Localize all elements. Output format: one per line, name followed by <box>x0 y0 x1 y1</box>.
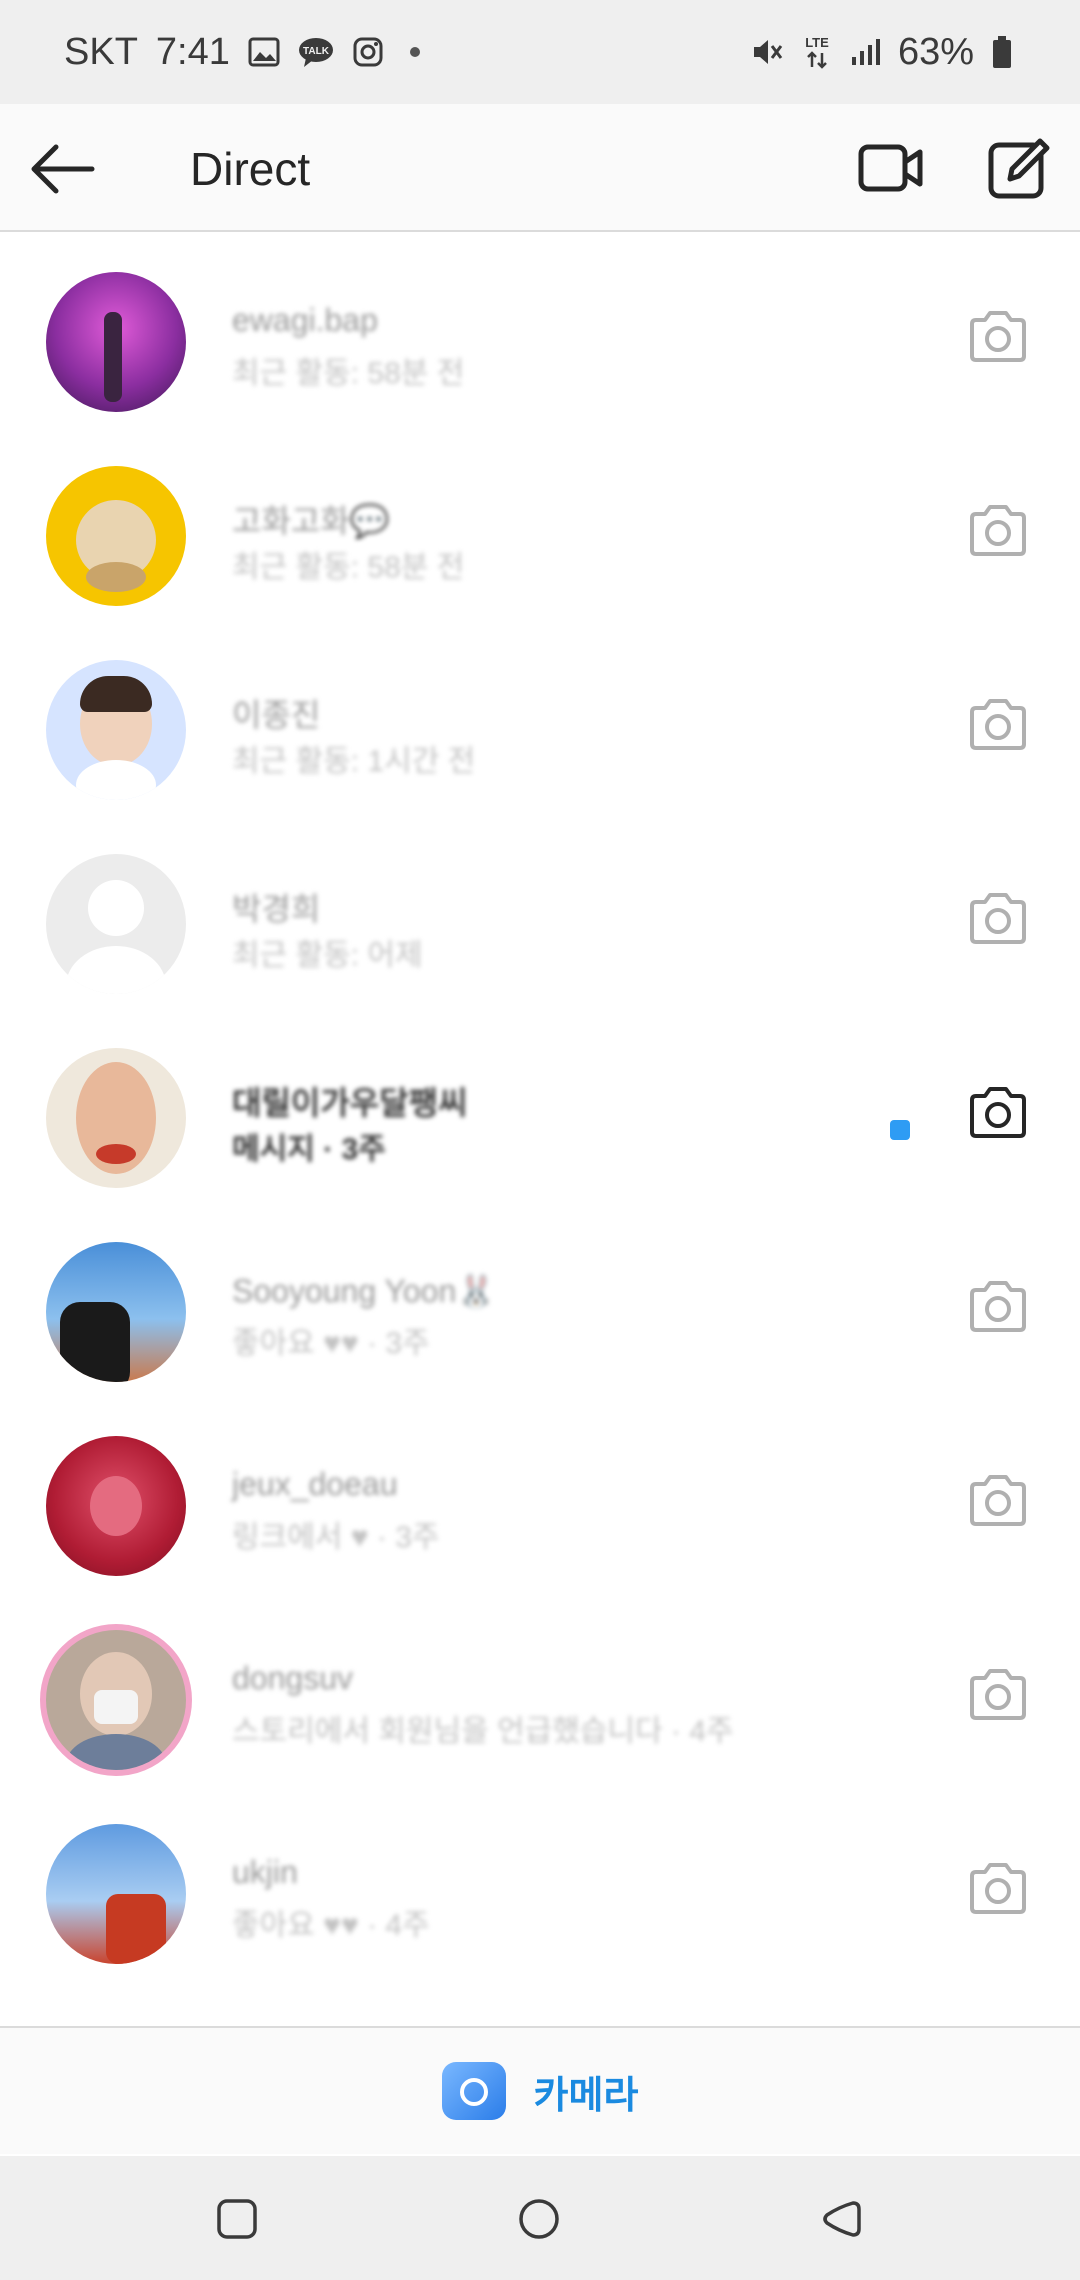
compose-icon <box>988 138 1050 199</box>
camera-icon <box>970 1863 1026 1914</box>
page-title: Direct <box>190 143 311 195</box>
gallery-icon <box>248 37 280 67</box>
avatar[interactable] <box>46 466 186 606</box>
thread-name: 박경희 <box>232 891 321 927</box>
status-right: LTE 63% <box>750 31 1012 74</box>
battery-text: 63% <box>897 30 974 73</box>
thread-subtitle: 좋아요 ♥♥ · 4주 <box>232 1909 430 1942</box>
thread-row[interactable]: 박경희 최근 활동: 어제 <box>0 816 1080 1010</box>
avatar[interactable] <box>46 272 186 412</box>
avatar[interactable] <box>46 1048 186 1188</box>
status-bar: SKT 7:41 TALK LTE 63% <box>0 0 1080 104</box>
avatar[interactable] <box>46 854 186 994</box>
camera-icon <box>970 311 1026 362</box>
camera-label: 카메라 <box>533 2074 639 2117</box>
thread-row[interactable]: 대릴이가우달팽씨 메시지 · 3주 <box>0 1010 1080 1204</box>
battery-icon <box>992 35 1012 69</box>
thread-subtitle: 링크에서 ♥ · 3주 <box>232 1521 440 1554</box>
home-button[interactable] <box>516 2196 562 2242</box>
thread-subtitle: 최근 활동: 1시간 전 <box>232 745 476 778</box>
thread-row[interactable]: ewagi.bap 최근 활동: 58분 전 <box>0 234 1080 428</box>
camera-icon <box>970 1281 1026 1332</box>
camera-button[interactable] <box>966 1856 1030 1920</box>
time-text: 7:41 <box>155 30 230 73</box>
app-header: Direct <box>0 104 1080 232</box>
talk-icon: TALK <box>298 36 334 68</box>
camera-button[interactable] <box>966 692 1030 756</box>
thread-subtitle: 최근 활동: 어제 <box>232 939 423 972</box>
carrier-text: SKT <box>64 30 138 73</box>
lte-icon: LTE <box>802 33 832 71</box>
camera-button[interactable] <box>966 304 1030 368</box>
thread-row[interactable]: 고화고화💬 최근 활동: 58분 전 <box>0 428 1080 622</box>
new-message-button[interactable] <box>984 134 1054 202</box>
camera-icon <box>970 505 1026 556</box>
arrow-left-icon <box>31 144 95 194</box>
thread-name: ewagi.bap <box>232 302 378 338</box>
camera-button[interactable] <box>966 1662 1030 1726</box>
home-circle-icon <box>519 2199 559 2239</box>
thread-name: jeux_doeau <box>232 1466 398 1502</box>
svg-text:TALK: TALK <box>303 46 330 57</box>
camera-icon <box>441 2062 506 2120</box>
avatar[interactable] <box>46 1824 186 1964</box>
thread-row[interactable]: 이종진 최근 활동: 1시간 전 <box>0 622 1080 816</box>
thread-name: 이종진 <box>232 697 321 733</box>
camera-button[interactable] <box>966 886 1030 950</box>
camera-button[interactable] <box>966 1274 1030 1338</box>
thread-name: 고화고화💬 <box>232 503 390 539</box>
unread-indicator <box>890 1120 910 1140</box>
thread-name: ukjin <box>232 1854 298 1890</box>
back-triangle-icon <box>823 2201 861 2237</box>
thread-row[interactable]: jeux_doeau 링크에서 ♥ · 3주 <box>0 1398 1080 1592</box>
thread-subtitle: 최근 활동: 58분 전 <box>232 357 465 390</box>
status-left: SKT 7:41 TALK <box>64 31 420 74</box>
thread-name: dongsuv <box>232 1660 353 1696</box>
svg-text:LTE: LTE <box>805 35 829 50</box>
camera-button[interactable] <box>966 498 1030 562</box>
dot-icon <box>409 47 420 57</box>
back-button[interactable] <box>28 134 98 204</box>
thread-row[interactable]: dongsuv 스토리에서 회원님을 언급했습니다 · 4주 <box>0 1592 1080 1786</box>
camera-icon <box>970 893 1026 944</box>
back-nav-button[interactable] <box>818 2196 864 2242</box>
avatar[interactable] <box>46 660 186 800</box>
signal-icon <box>850 37 880 67</box>
camera-button[interactable] <box>966 1468 1030 1532</box>
thread-name: Sooyoung Yoon🐰 <box>232 1273 497 1309</box>
thread-subtitle: 스토리에서 회원님을 언급했습니다 · 4주 <box>232 1715 734 1748</box>
thread-name: 대릴이가우달팽씨 <box>232 1085 468 1121</box>
recents-square-icon <box>217 2199 257 2239</box>
nav-bar <box>0 2156 1080 2280</box>
camera-button[interactable] <box>966 1080 1030 1144</box>
mute-icon <box>750 35 784 69</box>
thread-row[interactable]: Sooyoung Yoon🐰 좋아요 ♥♥ · 3주 <box>0 1204 1080 1398</box>
thread-subtitle: 메시지 · 3주 <box>232 1133 386 1166</box>
camera-icon <box>970 1475 1026 1526</box>
avatar[interactable] <box>46 1242 186 1382</box>
video-camera-icon <box>858 144 923 192</box>
camera-icon <box>970 1087 1026 1138</box>
avatar[interactable] <box>46 1436 186 1576</box>
camera-bar[interactable]: 카메라 <box>0 2026 1080 2154</box>
recents-button[interactable] <box>214 2196 260 2242</box>
instagram-icon <box>352 36 384 68</box>
avatar[interactable] <box>46 1630 186 1770</box>
video-call-button[interactable] <box>856 136 926 200</box>
camera-icon <box>970 699 1026 750</box>
thread-subtitle: 최근 활동: 58분 전 <box>232 551 465 584</box>
thread-row[interactable]: ukjin 좋아요 ♥♥ · 4주 <box>0 1786 1080 1980</box>
thread-list: ewagi.bap 최근 활동: 58분 전 고화고화💬 최근 활동: 58분 … <box>0 234 1080 2024</box>
camera-icon <box>970 1669 1026 1720</box>
thread-subtitle: 좋아요 ♥♥ · 3주 <box>232 1327 430 1360</box>
